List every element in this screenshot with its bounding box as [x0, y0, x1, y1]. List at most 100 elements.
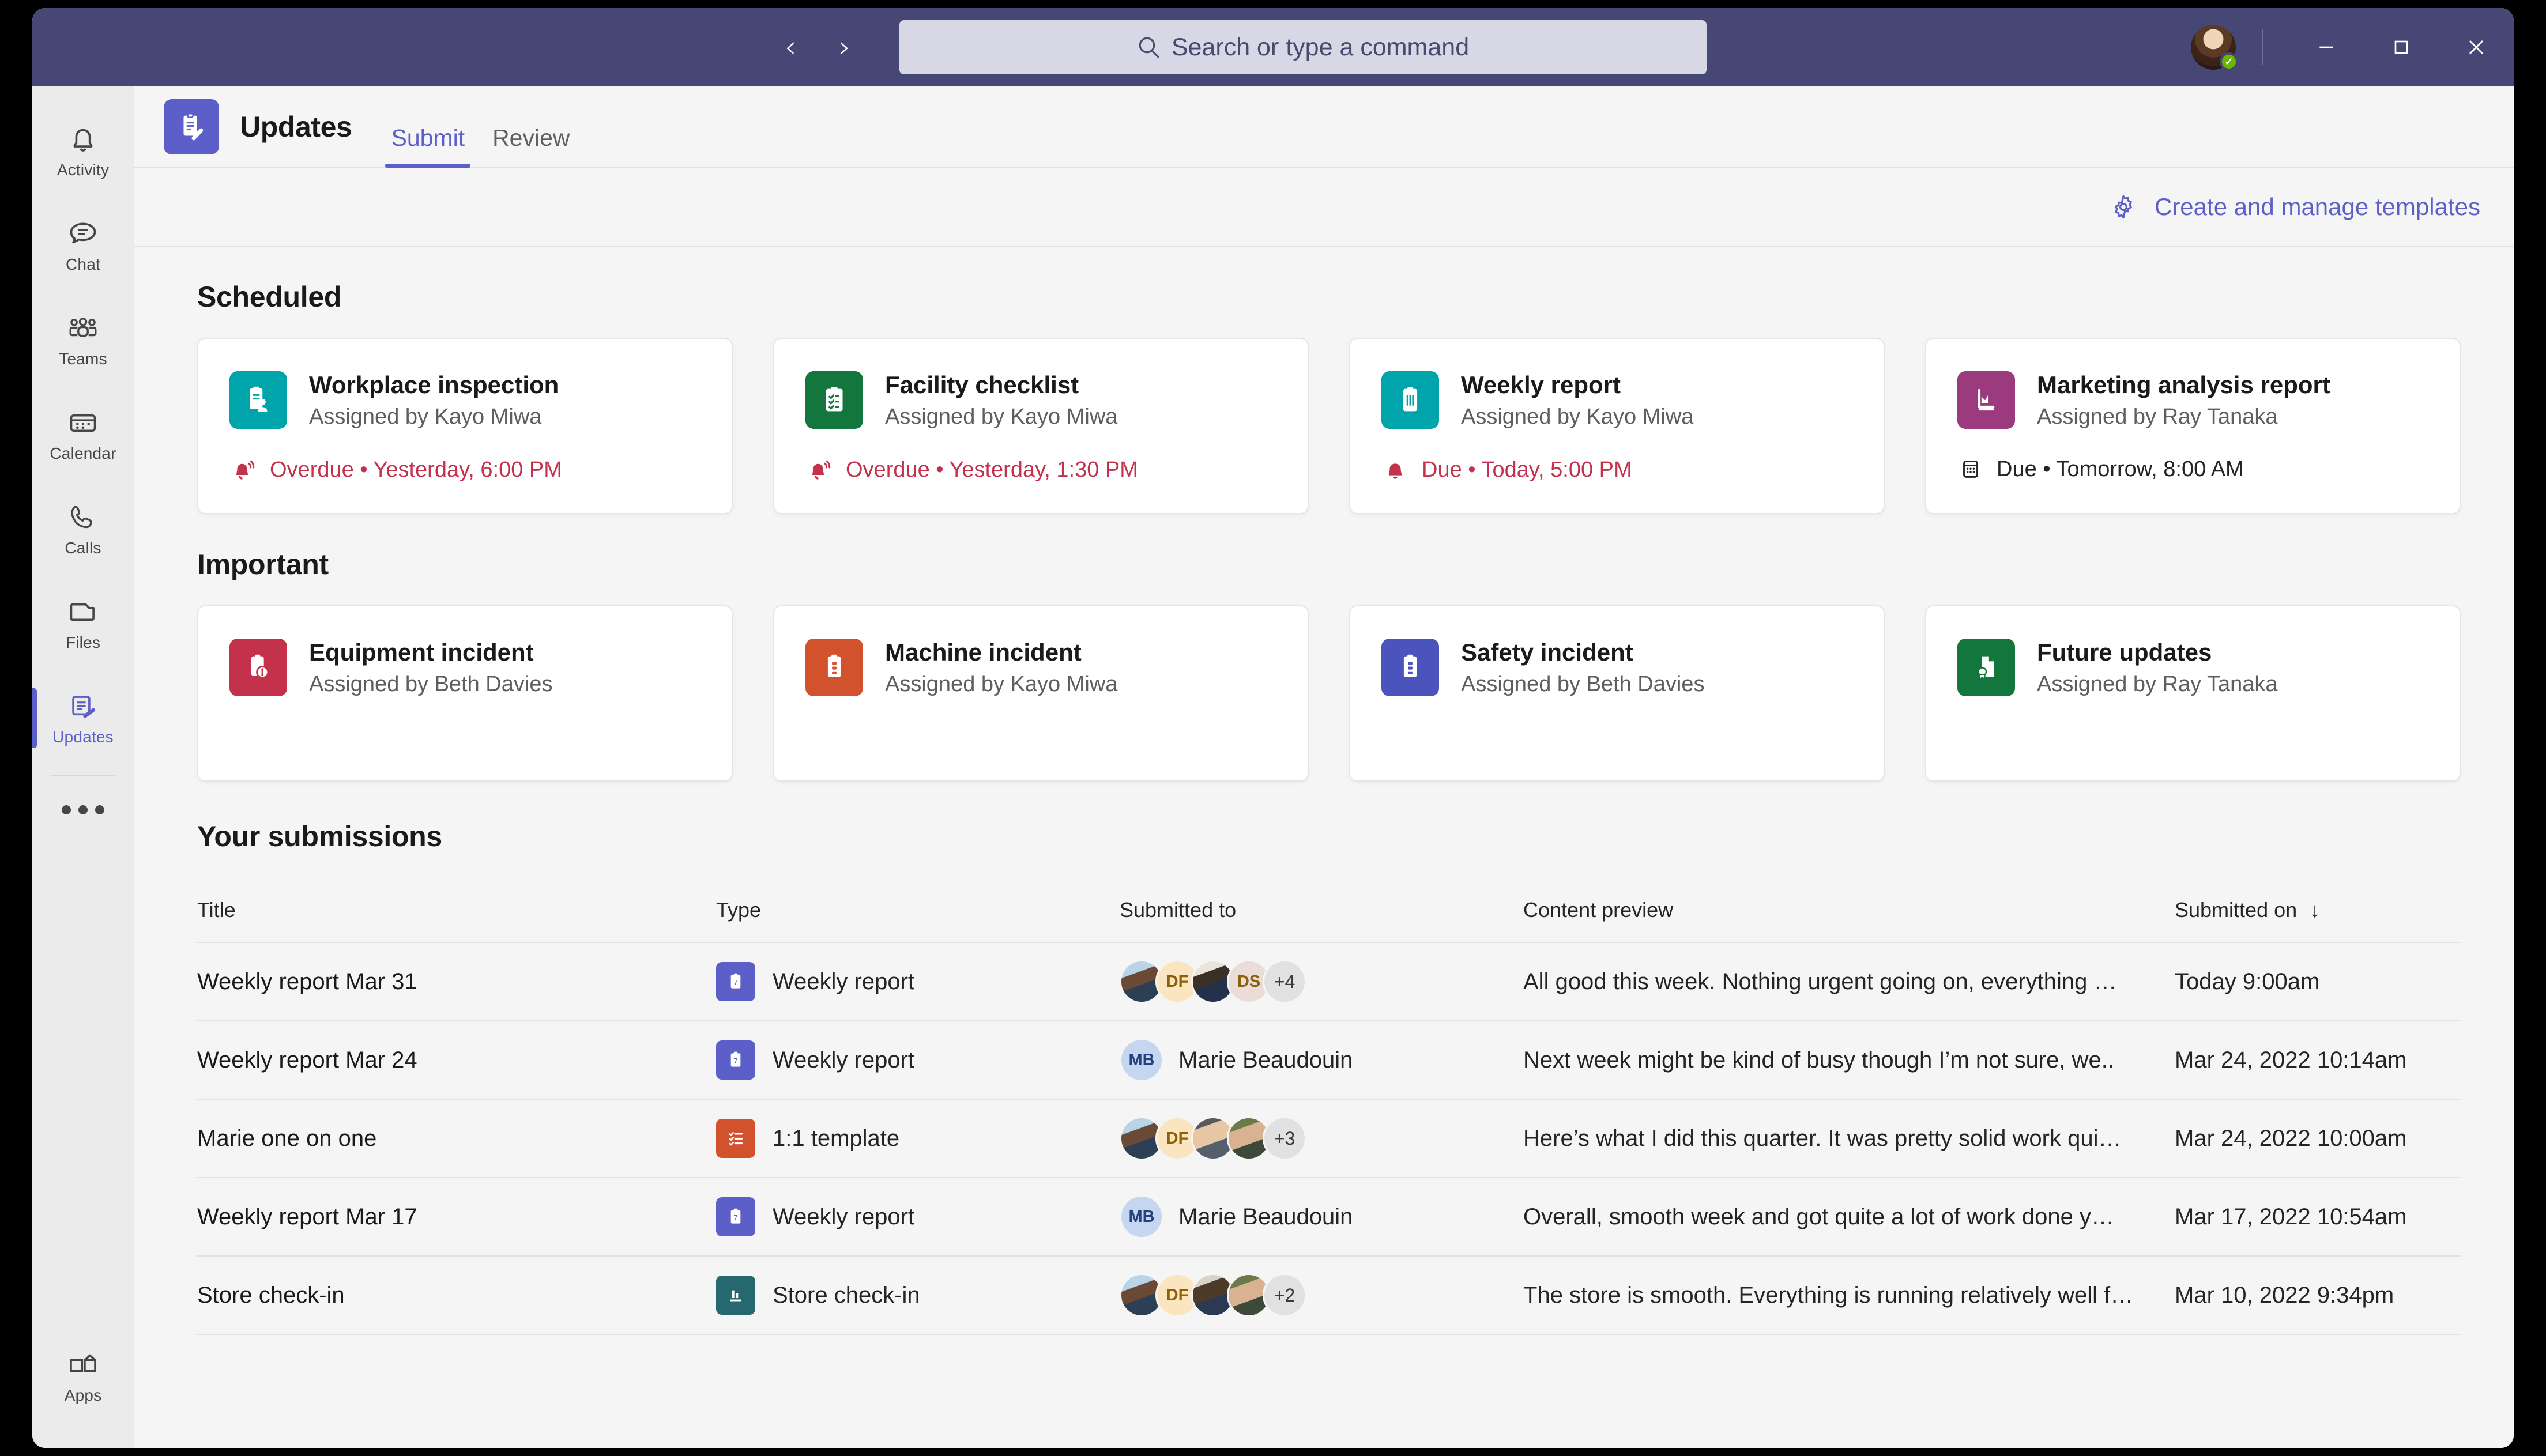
search-input[interactable]: Search or type a command — [899, 20, 1707, 74]
cell-type-label: Weekly report — [773, 1204, 915, 1229]
card-safety-incident[interactable]: Safety incident Assigned by Beth Davies — [1349, 605, 1885, 782]
cell-content-preview: Overall, smooth week and got quite a lot… — [1523, 1204, 2114, 1229]
card-machine-incident[interactable]: Machine incident Assigned by Kayo Miwa — [773, 605, 1309, 782]
table-row[interactable]: Store check-in Store check-in DF +2 The … — [197, 1257, 2461, 1335]
sidebar-item-teams[interactable]: Teams — [32, 293, 134, 387]
toolbar: Create and manage templates — [134, 168, 2514, 247]
avatar-overflow-count: +4 — [1263, 960, 1306, 1004]
card-marketing-analysis-report[interactable]: Marketing analysis report Assigned by Ra… — [1925, 338, 2461, 514]
sidebar-item-files[interactable]: Files — [32, 576, 134, 671]
card-equipment-incident[interactable]: Equipment incident Assigned by Beth Davi… — [197, 605, 733, 782]
card-assigned: Assigned by Ray Tanaka — [2037, 672, 2278, 697]
sidebar-item-calls[interactable]: Calls — [32, 482, 134, 576]
alert-clipboard-icon — [229, 639, 287, 696]
more-apps-button[interactable] — [32, 778, 134, 842]
ellipsis-icon — [62, 805, 71, 814]
cell-submitted-on: Mar 10, 2022 9:34pm — [2175, 1282, 2394, 1308]
card-future-updates[interactable]: Future updates Assigned by Ray Tanaka — [1925, 605, 2461, 782]
sidebar-item-activity[interactable]: Activity — [32, 104, 134, 198]
maximize-icon — [2394, 40, 2408, 54]
scroll-area[interactable]: Scheduled Workplace inspection Assigned … — [134, 247, 2514, 1448]
table-row[interactable]: Weekly report Mar 17 7 Weekly report MB … — [197, 1178, 2461, 1257]
chat-icon — [70, 222, 96, 244]
table-row[interactable]: Weekly report Mar 24 7 Weekly report MB … — [197, 1021, 2461, 1100]
divider — [51, 775, 115, 776]
clipboard-pen-icon — [183, 113, 204, 141]
column-header-submitted-on[interactable]: Submitted on ↓ — [2175, 898, 2461, 922]
app-rail: Activity Chat Teams Calendar Calls Files… — [32, 86, 134, 1448]
tab-bar: Submit Review — [381, 86, 580, 168]
avatar-group[interactable]: DF +3 — [1120, 1116, 1507, 1160]
tab-submit[interactable]: Submit — [381, 108, 475, 168]
card-assigned: Assigned by Kayo Miwa — [1461, 405, 1694, 429]
avatar-group[interactable]: DF DS +4 — [1120, 960, 1507, 1004]
app-header: Updates Submit Review — [134, 86, 2514, 168]
store-chart-icon — [716, 1276, 755, 1315]
table-row[interactable]: Weekly report Mar 31 7 Weekly report DF — [197, 943, 2461, 1021]
minimize-button[interactable] — [2289, 8, 2364, 86]
maximize-button[interactable] — [2364, 8, 2439, 86]
bell-icon — [1388, 463, 1402, 480]
weekly-report-icon: 7 — [716, 1040, 755, 1080]
avatar-group[interactable]: DF +2 — [1120, 1273, 1507, 1317]
column-header-type[interactable]: Type — [716, 898, 1120, 922]
sidebar-item-calendar[interactable]: Calendar — [32, 387, 134, 482]
avatar-overflow-count: +3 — [1263, 1116, 1306, 1160]
cell-type: 7 Weekly report — [716, 1197, 1120, 1236]
recipient[interactable]: MB Marie Beaudouin — [1120, 1038, 1507, 1082]
cell-type-label: Weekly report — [773, 1047, 915, 1073]
sidebar-item-updates[interactable]: Updates — [32, 671, 134, 765]
card-workplace-inspection[interactable]: Workplace inspection Assigned by Kayo Mi… — [197, 338, 733, 514]
column-header-content-preview[interactable]: Content preview — [1523, 898, 2175, 922]
card-title: Machine incident — [885, 639, 1082, 666]
sidebar-item-apps[interactable]: Apps — [32, 1329, 134, 1424]
forward-button[interactable]: › — [824, 27, 865, 67]
recipient[interactable]: MB Marie Beaudouin — [1120, 1195, 1507, 1239]
create-manage-templates-button[interactable]: Create and manage templates — [2108, 192, 2480, 222]
cell-type-label: Store check-in — [773, 1282, 920, 1308]
cell-type-label: 1:1 template — [773, 1125, 900, 1151]
cell-title: Weekly report Mar 17 — [197, 1204, 417, 1229]
card-due: Overdue • Yesterday, 6:00 PM — [229, 456, 700, 484]
ellipsis-icon — [95, 805, 104, 814]
window-controls-group: ✓ — [2191, 8, 2514, 86]
card-assigned: Assigned by Ray Tanaka — [2037, 405, 2278, 429]
table-row[interactable]: Marie one on one 1:1 template DF +3 Here… — [197, 1100, 2461, 1178]
sidebar-item-chat[interactable]: Chat — [32, 198, 134, 293]
sidebar-item-label: Apps — [64, 1386, 102, 1404]
tab-review[interactable]: Review — [482, 108, 580, 168]
close-button[interactable] — [2439, 8, 2514, 86]
bell-ring-icon — [236, 460, 255, 480]
sidebar-item-label: Chat — [66, 255, 100, 273]
section-title-important: Important — [197, 548, 329, 580]
column-header-title[interactable]: Title — [197, 898, 716, 922]
cell-submitted-on: Mar 24, 2022 10:00am — [2175, 1125, 2407, 1151]
avatar: MB — [1120, 1038, 1163, 1082]
cell-type-label: Weekly report — [773, 968, 915, 994]
apps-icon — [70, 1354, 96, 1372]
sidebar-item-label: Teams — [59, 350, 107, 368]
cell-submitted-on: Mar 17, 2022 10:54am — [2175, 1204, 2407, 1229]
teams-icon — [69, 318, 97, 337]
card-due-label: Due • Tomorrow, 8:00 AM — [1997, 457, 2244, 481]
sidebar-item-label: Activity — [57, 161, 110, 179]
cell-content-preview: Here’s what I did this quarter. It was p… — [1523, 1125, 2122, 1151]
phone-icon — [71, 506, 92, 529]
gear-icon — [2115, 195, 2132, 219]
app-logo — [164, 99, 219, 154]
card-facility-checklist[interactable]: Facility checklist Assigned by Kayo Miwa… — [773, 338, 1309, 514]
card-due-label: Overdue • Yesterday, 6:00 PM — [270, 457, 562, 482]
section-title-submissions: Your submissions — [197, 820, 442, 853]
avatar[interactable]: ✓ — [2191, 25, 2238, 71]
back-button[interactable]: ‹ — [770, 27, 811, 67]
column-header-submitted-to[interactable]: Submitted to — [1120, 898, 1523, 922]
card-due: Overdue • Yesterday, 1:30 PM — [805, 456, 1276, 484]
main-content: Updates Submit Review Create and manage … — [134, 86, 2514, 1448]
close-icon — [2469, 40, 2484, 55]
search-icon — [1139, 37, 1159, 58]
card-title: Marketing analysis report — [2037, 371, 2330, 398]
table-header-row: Title Type Submitted to Content preview … — [197, 878, 2461, 943]
sidebar-item-label: Files — [65, 633, 101, 651]
page-title: Updates — [240, 111, 352, 143]
card-weekly-report[interactable]: Weekly report Assigned by Kayo Miwa Due … — [1349, 338, 1885, 514]
